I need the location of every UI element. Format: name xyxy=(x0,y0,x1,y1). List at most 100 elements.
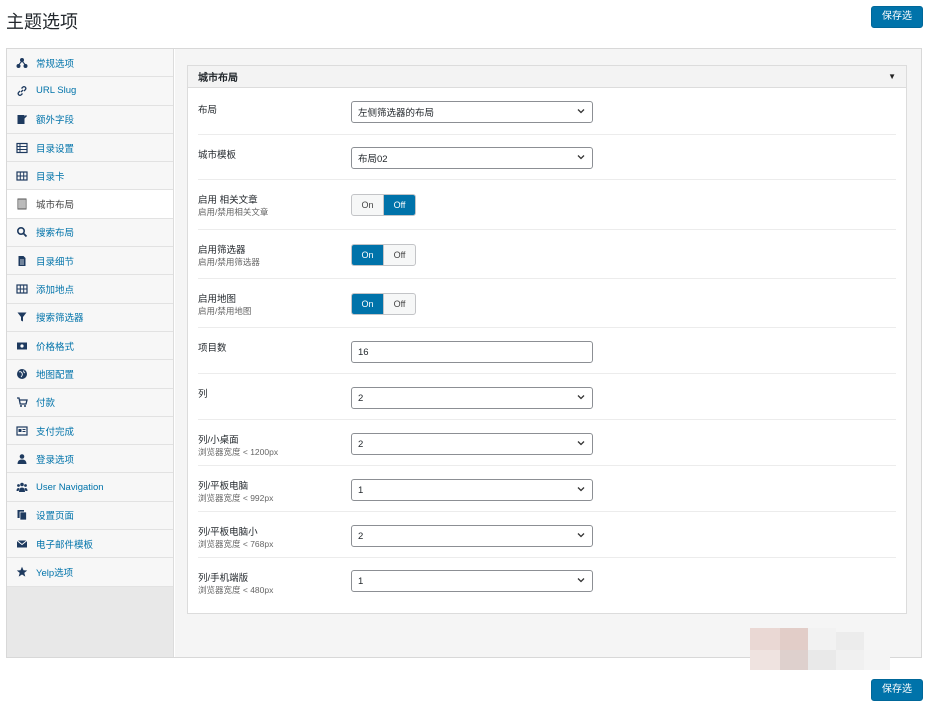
sidebar-item-general[interactable]: 常规选项 xyxy=(7,49,173,78)
field-label: 列/手机端版 xyxy=(198,573,249,584)
cart-icon xyxy=(16,396,28,408)
money-icon xyxy=(16,340,28,352)
sidebar-item-label: 添加地点 xyxy=(36,285,75,297)
sitemap-icon xyxy=(16,57,28,69)
link-icon xyxy=(16,85,28,97)
sidebar-item-directory-card[interactable]: 目录卡 xyxy=(7,162,173,191)
sidebar-item-map-config[interactable]: 地图配置 xyxy=(7,360,173,389)
list-icon xyxy=(16,142,28,154)
chevron-down-icon xyxy=(577,441,585,446)
field-label: 项目数 xyxy=(198,343,227,354)
map-toggle[interactable]: On Off xyxy=(351,293,416,315)
save-button-bottom[interactable]: 保存选项 xyxy=(871,679,923,709)
select-value: 2 xyxy=(358,438,364,450)
columns-select[interactable]: 2 xyxy=(351,387,593,409)
select-value: 2 xyxy=(358,530,364,542)
sidebar-item-label: 额外字段 xyxy=(36,115,75,127)
field-label: 城市模板 xyxy=(198,150,237,161)
field-row-columns-tablet: 列/平板电脑 浏览器宽度 < 992px 1 xyxy=(198,466,896,512)
edit-icon xyxy=(16,113,28,125)
globe-icon xyxy=(16,368,28,380)
field-description: 浏览器宽度 < 992px xyxy=(198,493,274,503)
field-label: 布局 xyxy=(198,105,218,116)
columns-small-desktop-select[interactable]: 2 xyxy=(351,433,593,455)
chevron-down-icon xyxy=(577,487,585,492)
field-label: 启用 相关文章 xyxy=(198,195,258,206)
sidebar-item-label: 搜索筛选器 xyxy=(36,313,84,325)
page-title: 主题选项 xyxy=(6,12,78,32)
toggle-on[interactable]: On xyxy=(352,294,383,314)
filter-icon xyxy=(16,311,28,323)
sidebar-item-label: 支付完成 xyxy=(36,426,75,438)
layout-select[interactable]: 左侧筛选器的布局 xyxy=(351,101,593,123)
sidebar-item-user-navigation[interactable]: User Navigation xyxy=(7,473,173,502)
search-icon xyxy=(16,226,28,238)
toggle-off[interactable]: Off xyxy=(383,245,415,265)
item-count-input[interactable] xyxy=(351,341,593,363)
chevron-down-icon xyxy=(577,533,585,538)
sidebar-item-directory-details[interactable]: 目录细节 xyxy=(7,247,173,276)
field-row-columns-small-tablet: 列/平板电脑小 浏览器宽度 < 768px 2 xyxy=(198,512,896,558)
columns-small-tablet-select[interactable]: 2 xyxy=(351,525,593,547)
toggle-off[interactable]: Off xyxy=(383,294,415,314)
sidebar-item-login-options[interactable]: 登录选项 xyxy=(7,445,173,474)
sidebar-item-email-templates[interactable]: 电子邮件模板 xyxy=(7,530,173,559)
select-value: 1 xyxy=(358,575,364,587)
field-label: 列/小桌面 xyxy=(198,435,239,446)
section-title: 城市布局 xyxy=(198,73,238,84)
field-row-layout: 布局 左侧筛选器的布局 xyxy=(198,90,896,135)
star-icon xyxy=(16,566,28,578)
sidebar-item-yelp-options[interactable]: Yelp选项 xyxy=(7,558,173,587)
sidebar-item-city-layout[interactable]: 城市布局 xyxy=(7,190,173,219)
sidebar-item-url-slug[interactable]: URL Slug xyxy=(7,77,173,106)
sidebar-item-add-place[interactable]: 添加地点 xyxy=(7,275,173,304)
user-icon xyxy=(16,453,28,465)
sidebar-item-payment-complete[interactable]: 支付完成 xyxy=(7,416,173,446)
field-label: 启用筛选器 xyxy=(198,245,246,256)
field-label: 启用地图 xyxy=(198,294,237,305)
sidebar-item-label: 目录设置 xyxy=(36,143,75,155)
sidebar-item-directory-settings[interactable]: 目录设置 xyxy=(7,133,173,163)
related-posts-toggle[interactable]: On Off xyxy=(351,194,416,216)
sidebar-item-label: 目录细节 xyxy=(36,256,75,268)
field-label: 列/平板电脑小 xyxy=(198,527,258,538)
pixelated-watermark xyxy=(750,628,890,673)
chevron-down-icon xyxy=(577,578,585,583)
sidebar-item-payment[interactable]: 付款 xyxy=(7,388,173,417)
pages-icon xyxy=(16,509,28,521)
section-header[interactable]: 城市布局 ▼ xyxy=(188,66,906,88)
field-description: 浏览器宽度 < 768px xyxy=(198,539,274,549)
columns-tablet-select[interactable]: 1 xyxy=(351,479,593,501)
chevron-down-icon xyxy=(577,155,585,160)
filter-toggle[interactable]: On Off xyxy=(351,244,416,266)
sidebar-item-label: 搜索布局 xyxy=(36,228,75,240)
toggle-off[interactable]: Off xyxy=(383,195,415,215)
chevron-down-icon xyxy=(577,109,585,114)
sidebar-item-label: 登录选项 xyxy=(36,454,75,466)
sidebar-item-label: User Navigation xyxy=(36,481,104,493)
email-icon xyxy=(16,538,28,550)
sidebar-item-search-layout[interactable]: 搜索布局 xyxy=(7,218,173,248)
select-value: 1 xyxy=(358,484,364,496)
chevron-down-icon xyxy=(577,395,585,400)
sidebar-item-price-format[interactable]: 价格格式 xyxy=(7,331,173,361)
columns-mobile-select[interactable]: 1 xyxy=(351,570,593,592)
sidebar-item-label: 设置页面 xyxy=(36,511,75,523)
grid-icon xyxy=(16,283,28,295)
sidebar-item-label: 常规选项 xyxy=(36,58,75,70)
card-icon xyxy=(16,425,28,437)
sidebar-item-extra-fields[interactable]: 额外字段 xyxy=(7,105,173,134)
sidebar-item-search-filter[interactable]: 搜索筛选器 xyxy=(7,303,173,332)
toggle-on[interactable]: On xyxy=(352,195,383,215)
sidebar-item-setup-pages[interactable]: 设置页面 xyxy=(7,501,173,531)
save-button-top[interactable]: 保存选项 xyxy=(871,6,923,42)
select-value: 布局02 xyxy=(358,154,388,165)
field-row-map: 启用地图 启用/禁用地图 On Off xyxy=(198,279,896,328)
field-description: 浏览器宽度 < 480px xyxy=(198,585,274,595)
caret-down-icon[interactable]: ▼ xyxy=(888,72,896,81)
city-template-select[interactable]: 布局02 xyxy=(351,147,593,169)
sidebar-item-label: URL Slug xyxy=(36,85,77,97)
sidebar-item-label: 地图配置 xyxy=(36,369,75,381)
field-row-related-posts: 启用 相关文章 启用/禁用相关文章 On Off xyxy=(198,180,896,230)
toggle-on[interactable]: On xyxy=(352,245,383,265)
